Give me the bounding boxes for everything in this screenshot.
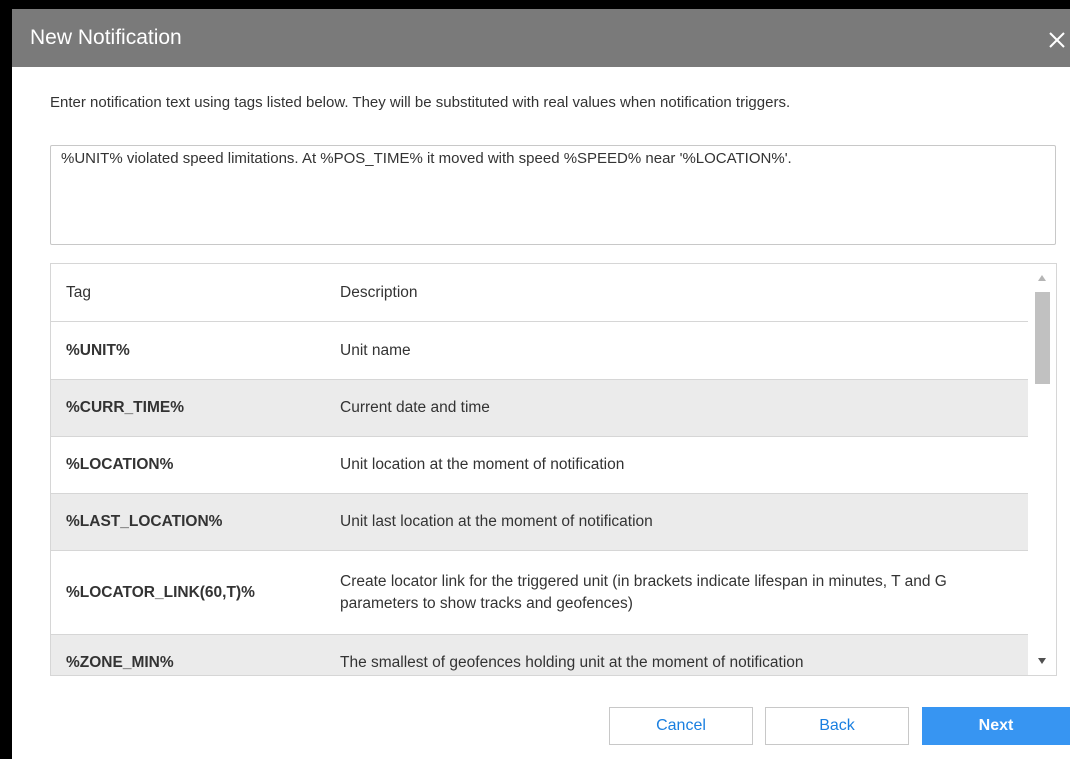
description-cell: Current date and time bbox=[340, 399, 490, 416]
tag-cell: %LAST_LOCATION% bbox=[66, 513, 223, 530]
new-notification-dialog: New Notification Enter notification text… bbox=[12, 9, 1070, 759]
cancel-button[interactable]: Cancel bbox=[609, 707, 753, 745]
table-row[interactable]: %LOCATOR_LINK(60,T)% Create locator link… bbox=[51, 551, 1028, 635]
scroll-up-arrow-icon[interactable] bbox=[1037, 274, 1047, 282]
table-row[interactable]: %CURR_TIME% Current date and time bbox=[51, 380, 1028, 437]
back-button[interactable]: Back bbox=[765, 707, 909, 745]
table-row[interactable]: %ZONE_MIN% The smallest of geofences hol… bbox=[51, 635, 1028, 675]
close-button[interactable] bbox=[1044, 24, 1070, 54]
description-cell: Unit location at the moment of notificat… bbox=[340, 456, 625, 473]
table-row[interactable]: %LOCATION% Unit location at the moment o… bbox=[51, 437, 1028, 494]
dialog-title: New Notification bbox=[30, 26, 182, 49]
tags-table-body: Tag Description %UNIT% Unit name %CURR_T… bbox=[51, 264, 1028, 675]
table-row[interactable]: %LAST_LOCATION% Unit last location at th… bbox=[51, 494, 1028, 551]
column-header-tag: Tag bbox=[66, 283, 91, 301]
dialog-titlebar: New Notification bbox=[12, 9, 1070, 67]
table-header-row: Tag Description bbox=[51, 264, 1028, 322]
tag-cell: %UNIT% bbox=[66, 341, 130, 359]
tag-cell: %CURR_TIME% bbox=[66, 399, 184, 416]
description-cell: Create locator link for the triggered un… bbox=[340, 572, 947, 612]
scroll-down-arrow-icon[interactable] bbox=[1037, 657, 1047, 665]
tags-table: Tag Description %UNIT% Unit name %CURR_T… bbox=[50, 263, 1057, 676]
notification-text-input[interactable] bbox=[50, 145, 1056, 245]
scrollbar-thumb[interactable] bbox=[1035, 292, 1050, 384]
tag-cell: %ZONE_MIN% bbox=[66, 654, 174, 671]
close-icon bbox=[1049, 32, 1065, 48]
description-cell: Unit name bbox=[340, 341, 411, 359]
next-button[interactable]: Next bbox=[922, 707, 1070, 745]
table-scrollbar[interactable] bbox=[1028, 264, 1056, 675]
tag-cell: %LOCATOR_LINK(60,T)% bbox=[66, 583, 255, 601]
table-row[interactable]: %UNIT% Unit name bbox=[51, 322, 1028, 380]
description-cell: Unit last location at the moment of noti… bbox=[340, 513, 653, 530]
tag-cell: %LOCATION% bbox=[66, 456, 174, 473]
instructions-text: Enter notification text using tags liste… bbox=[50, 94, 791, 111]
column-header-description: Description bbox=[340, 283, 418, 301]
description-cell: The smallest of geofences holding unit a… bbox=[340, 654, 804, 671]
